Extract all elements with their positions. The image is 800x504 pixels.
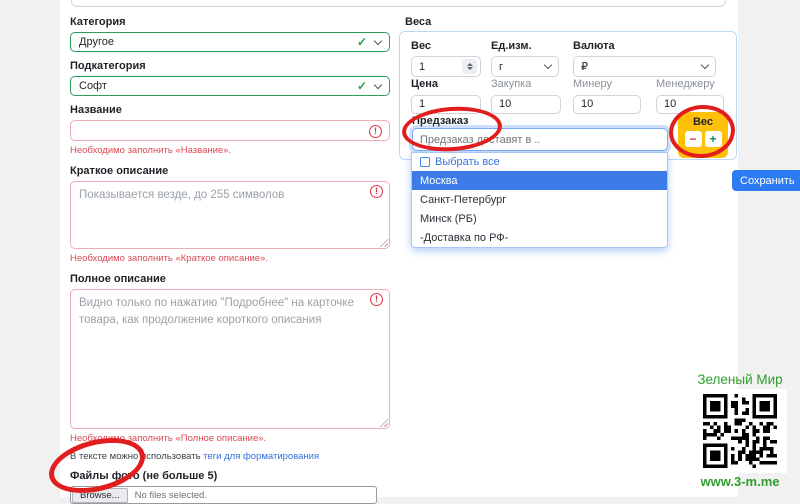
category-label: Категория [70,16,390,28]
preorder-input[interactable] [412,128,668,151]
unit-select[interactable]: г [491,56,559,77]
subcategory-label: Подкатегория [70,60,390,72]
weights-header: Веса [405,16,431,28]
miner-field: Минеру [573,78,641,114]
currency-select[interactable]: ₽ [573,56,716,77]
currency-field: Валюта ₽ [573,40,716,77]
price-input[interactable] [411,95,481,114]
format-tags-link[interactable]: теги для форматирования [203,451,319,462]
chevron-down-icon [544,61,552,69]
minus-button[interactable]: − [685,131,702,147]
photos-file-input[interactable]: Browse... No files selected. [70,486,377,504]
watermark-url: www.3-m.me [686,474,794,489]
weight-value: 1 [419,61,425,73]
weight-stepper-label: Вес [678,116,728,128]
cropped-field-above[interactable] [71,0,726,7]
format-hint: В тексте можно использовать теги для фор… [70,451,390,462]
name-error: Необходимо заполнить «Название». [70,145,390,156]
currency-label: Валюта [573,40,716,52]
watermark-title: Зеленый Мир [686,372,794,387]
dropdown-option-rf-delivery[interactable]: -Доставка по РФ- [412,228,667,247]
full-desc-textarea[interactable]: Видно только по нажатию "Подробнее" на к… [70,289,390,429]
weight-field: Вес 1 [411,40,481,77]
qr-code [693,389,787,473]
short-desc-error: Необходимо заполнить «Краткое описание». [70,253,390,264]
subcategory-select[interactable]: Софт ✓ [70,76,390,96]
manager-label: Менеджеру [656,78,724,90]
unit-value: г [499,61,503,73]
full-desc-error: Необходимо заполнить «Полное описание». [70,433,390,444]
weight-label: Вес [411,40,481,52]
full-desc-label: Полное описание [70,273,390,285]
short-desc-textarea[interactable]: Показывается везде, до 255 символов [70,181,390,249]
unit-field: Ед.изм. г [491,40,559,77]
purchase-label: Закупка [491,78,561,90]
manager-field: Менеджеру [656,78,724,114]
category-value: Другое [79,36,357,48]
photos-label: Файлы фото (не больше 5) [70,470,390,482]
watermark: Зеленый Мир www.3-m.me [686,372,794,489]
manager-input[interactable] [656,95,724,114]
checkbox-icon[interactable] [420,157,430,167]
full-desc-wrap: Видно только по нажатию "Подробнее" на к… [70,289,390,429]
error-icon [370,293,383,306]
weight-stepper: Вес − + [678,112,728,158]
valid-check-icon: ✓ [357,35,367,49]
save-button[interactable]: Сохранить [732,170,800,191]
number-spinner-icon[interactable] [462,59,477,74]
full-desc-placeholder: Видно только по нажатию "Подробнее" на к… [79,295,357,330]
dropdown-option-minsk[interactable]: Минск (РБ) [412,209,667,228]
preorder-dropdown: Выбрать все Москва Санкт-Петербург Минск… [411,152,668,248]
content-area: Категория Другое ✓ Подкатегория Софт ✓ Н… [60,0,738,497]
name-input[interactable] [70,120,390,141]
weight-input[interactable]: 1 [411,56,481,77]
valid-check-icon: ✓ [357,79,367,93]
select-all-label: Выбрать все [435,156,500,168]
select-all-option[interactable]: Выбрать все [412,153,667,171]
miner-label: Минеру [573,78,641,90]
chevron-down-icon [374,36,382,44]
browse-button[interactable]: Browse... [72,488,128,503]
format-hint-text: В тексте можно использовать [70,451,203,462]
purchase-field: Закупка [491,78,561,114]
subcategory-value: Софт [79,80,357,92]
currency-value: ₽ [581,60,588,73]
miner-input[interactable] [573,95,641,114]
weights-panel: Вес 1 Ед.изм. г Валюта ₽ [399,31,737,160]
price-field: Цена [411,78,481,114]
price-label: Цена [411,78,481,90]
unit-label: Ед.изм. [491,40,559,52]
chevron-down-icon [374,80,382,88]
short-desc-label: Краткое описание [70,165,390,177]
short-desc-placeholder: Показывается везде, до 255 символов [79,187,357,204]
purchase-input[interactable] [491,95,561,114]
dropdown-option-moscow[interactable]: Москва [412,171,667,190]
short-desc-wrap: Показывается везде, до 255 символов [70,181,390,249]
category-select[interactable]: Другое ✓ [70,32,390,52]
error-icon [369,125,382,138]
chevron-down-icon [701,61,709,69]
name-label: Название [70,104,390,116]
dropdown-option-spb[interactable]: Санкт-Петербург [412,190,667,209]
preorder-label: Предзаказ [412,115,469,127]
product-form-page: Категория Другое ✓ Подкатегория Софт ✓ Н… [0,0,800,497]
no-file-text: No files selected. [135,490,207,501]
plus-button[interactable]: + [705,131,722,147]
error-icon [370,185,383,198]
left-column: Категория Другое ✓ Подкатегория Софт ✓ Н… [70,16,390,504]
